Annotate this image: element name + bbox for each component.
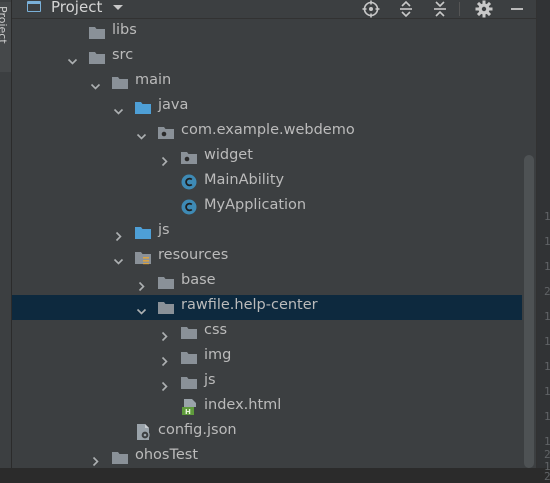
tree-item-label: main bbox=[135, 72, 172, 88]
project-tree: libs src main java com.example.webdemo widget… bbox=[12, 20, 536, 468]
line-number: 1 bbox=[544, 335, 550, 348]
folder-icon bbox=[89, 50, 105, 65]
tree-item-label: java bbox=[158, 97, 189, 113]
chevron-down-icon[interactable] bbox=[111, 1, 125, 13]
tree-item-label: img bbox=[204, 347, 232, 363]
folder-icon bbox=[158, 275, 174, 290]
chevron-down-icon[interactable] bbox=[67, 52, 78, 65]
tree-row[interactable]: main bbox=[12, 70, 536, 95]
minimize-icon[interactable] bbox=[508, 0, 526, 18]
class-icon bbox=[181, 174, 197, 190]
tree-row[interactable]: js bbox=[12, 370, 536, 395]
tree-row[interactable]: Hindex.html bbox=[12, 395, 536, 420]
line-number: 2 bbox=[544, 285, 550, 298]
folder-icon bbox=[181, 350, 197, 365]
package-icon bbox=[181, 150, 197, 165]
chevron-right-icon[interactable] bbox=[136, 277, 147, 292]
tree-item-label: com.example.webdemo bbox=[181, 122, 355, 138]
toolbar-divider bbox=[459, 2, 460, 16]
tree-item-label: MainAbility bbox=[204, 172, 285, 188]
tree-row[interactable]: base bbox=[12, 270, 536, 295]
chevron-down-icon[interactable] bbox=[136, 302, 147, 315]
tree-item-label: rawfile.help-center bbox=[181, 297, 318, 313]
line-number: 1 bbox=[544, 385, 550, 398]
folder-icon bbox=[112, 450, 128, 465]
tree-item-label: src bbox=[112, 47, 134, 63]
tree-row[interactable]: config.json bbox=[12, 420, 536, 445]
tree-row[interactable]: MyApplication bbox=[12, 195, 536, 220]
html-file-icon: H bbox=[181, 399, 197, 416]
class-icon bbox=[181, 199, 197, 215]
tree-row[interactable]: src bbox=[12, 45, 536, 70]
editor-gutter: 1112111111212 bbox=[536, 0, 550, 483]
source-folder-icon bbox=[135, 225, 151, 240]
line-number: 1 bbox=[544, 260, 550, 273]
folder-icon bbox=[181, 325, 197, 340]
line-number: 1 bbox=[544, 360, 550, 373]
chevron-right-icon[interactable] bbox=[159, 352, 170, 367]
tool-window-strip: Project bbox=[0, 0, 12, 468]
line-number: 1 bbox=[544, 310, 550, 323]
folder-icon bbox=[112, 75, 128, 90]
tree-item-label: config.json bbox=[158, 422, 237, 438]
project-panel: Project libs src main java com.example.w… bbox=[12, 0, 536, 468]
project-tool-window-tab[interactable]: Project bbox=[0, 2, 11, 72]
tree-row[interactable]: MainAbility bbox=[12, 170, 536, 195]
tree-row[interactable]: rawfile.help-center bbox=[12, 295, 536, 320]
tree-row[interactable]: ohosTest bbox=[12, 445, 536, 470]
source-folder-icon bbox=[135, 100, 151, 115]
tree-row[interactable]: libs bbox=[12, 20, 536, 45]
tree-item-label: js bbox=[158, 222, 170, 238]
chevron-right-icon[interactable] bbox=[159, 152, 170, 167]
project-tab-label: Project bbox=[0, 6, 9, 44]
scrollbar-thumb[interactable] bbox=[524, 155, 534, 468]
target-icon[interactable] bbox=[362, 0, 380, 18]
chevron-right-icon[interactable] bbox=[113, 227, 124, 242]
panel-title[interactable]: Project bbox=[51, 0, 102, 16]
line-number: 1 bbox=[544, 210, 550, 223]
chevron-down-icon[interactable] bbox=[113, 252, 124, 265]
line-number: 1 bbox=[544, 235, 550, 248]
chevron-right-icon[interactable] bbox=[159, 327, 170, 342]
tree-item-label: MyApplication bbox=[204, 197, 307, 213]
gear-icon[interactable] bbox=[475, 0, 493, 18]
tree-row[interactable]: img bbox=[12, 345, 536, 370]
tree-item-label: js bbox=[204, 372, 216, 388]
tree-item-label: base bbox=[181, 272, 216, 288]
tree-item-label: ohosTest bbox=[135, 447, 199, 463]
tree-item-label: index.html bbox=[204, 397, 282, 413]
package-icon bbox=[158, 125, 174, 140]
tree-row[interactable]: css bbox=[12, 320, 536, 345]
line-number: 2 bbox=[544, 470, 550, 483]
line-number: 1 bbox=[544, 410, 550, 423]
tree-item-label: css bbox=[204, 322, 228, 338]
tree-item-label: resources bbox=[158, 247, 229, 263]
tree-row[interactable]: resources bbox=[12, 245, 536, 270]
svg-text:H: H bbox=[185, 408, 191, 415]
line-number: 1 bbox=[544, 435, 550, 448]
resource-folder-icon bbox=[135, 250, 151, 265]
expand-all-icon[interactable] bbox=[397, 0, 415, 18]
chevron-down-icon[interactable] bbox=[90, 77, 101, 90]
tree-item-label: libs bbox=[112, 22, 137, 38]
collapse-all-icon[interactable] bbox=[431, 0, 449, 18]
project-panel-header: Project bbox=[12, 0, 536, 19]
folder-icon bbox=[89, 25, 105, 40]
tree-item-label: widget bbox=[204, 147, 253, 163]
chevron-right-icon[interactable] bbox=[159, 377, 170, 392]
folder-icon bbox=[158, 300, 174, 315]
json-file-icon bbox=[135, 424, 151, 440]
project-window-icon bbox=[27, 1, 41, 12]
chevron-down-icon[interactable] bbox=[113, 102, 124, 115]
chevron-down-icon[interactable] bbox=[136, 127, 147, 140]
tree-row[interactable]: com.example.webdemo bbox=[12, 120, 536, 145]
folder-icon bbox=[181, 375, 197, 390]
tree-row[interactable]: widget bbox=[12, 145, 536, 170]
tree-row[interactable]: java bbox=[12, 95, 536, 120]
tree-row[interactable]: js bbox=[12, 220, 536, 245]
chevron-right-icon[interactable] bbox=[90, 452, 101, 467]
